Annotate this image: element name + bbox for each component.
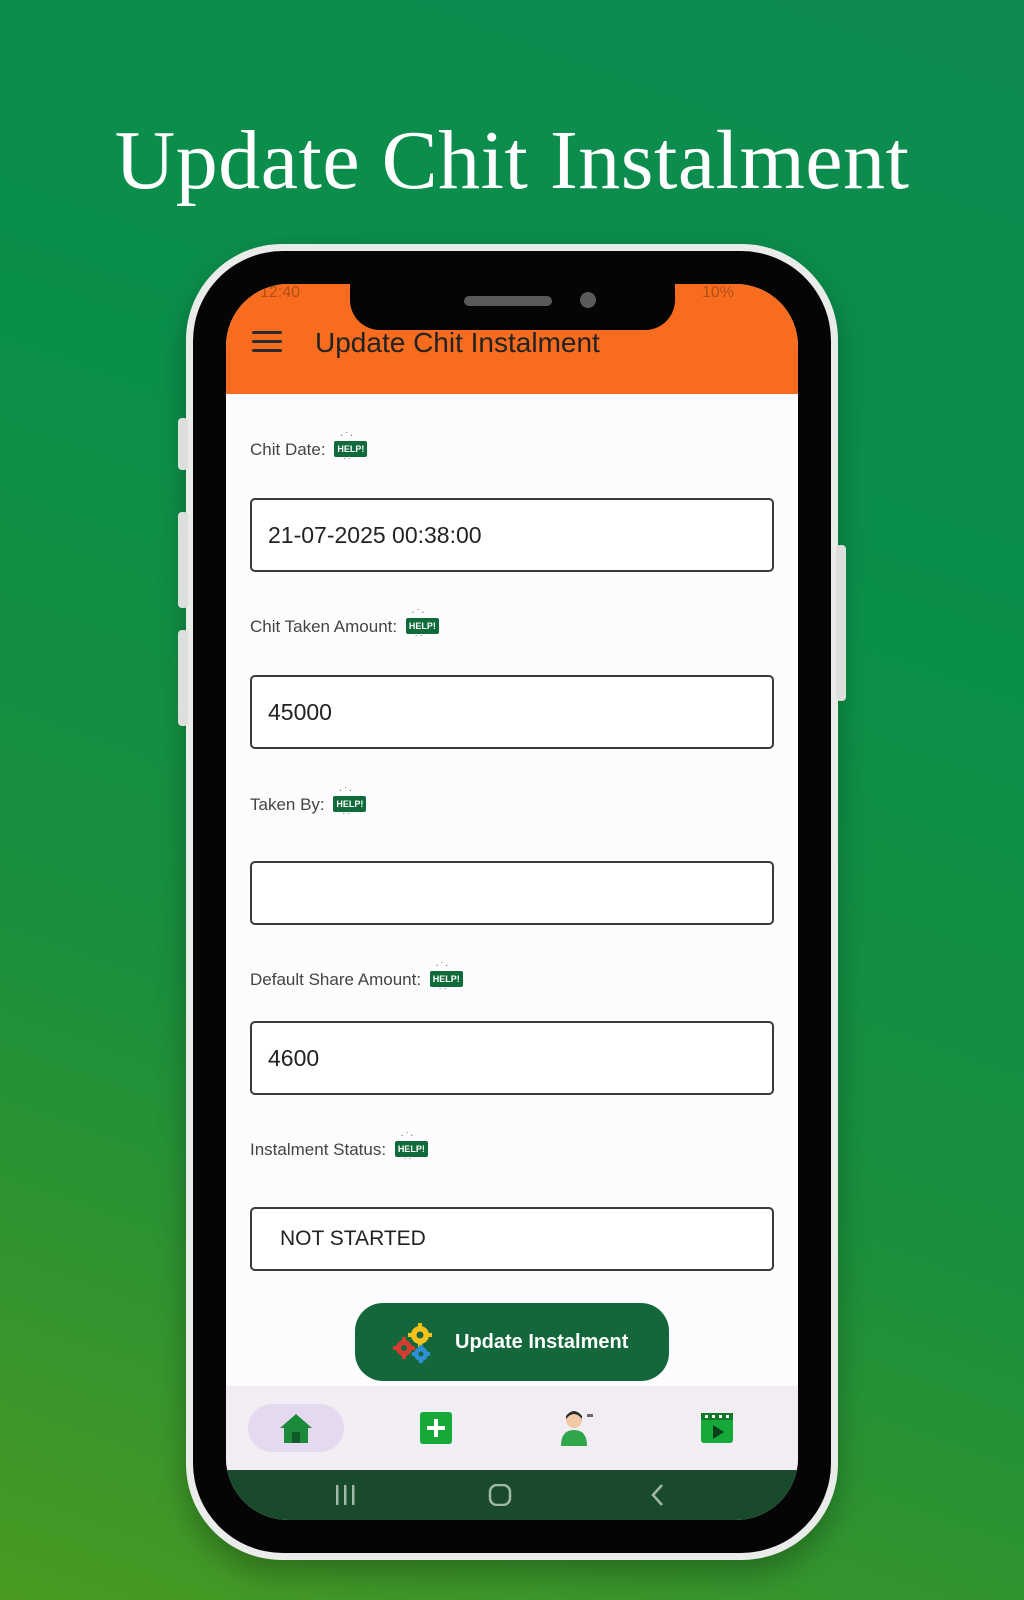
home-circle-icon[interactable] <box>488 1484 512 1506</box>
video-icon <box>701 1413 733 1443</box>
help-icon[interactable]: HELP! <box>405 609 439 643</box>
default-share-amount-label: Default Share Amount: HELP! <box>250 962 463 996</box>
recents-icon[interactable] <box>334 1484 358 1506</box>
home-icon <box>280 1414 312 1443</box>
nav-item-home[interactable] <box>248 1404 344 1452</box>
system-nav-bar <box>226 1470 798 1520</box>
promo-title: Update Chit Instalment <box>114 114 910 207</box>
nav-item-add[interactable] <box>420 1412 452 1444</box>
bottom-nav <box>226 1386 798 1470</box>
help-icon[interactable]: HELP! <box>394 1132 428 1166</box>
phone-volume-down-button <box>178 630 188 726</box>
status-time: 12:40 <box>260 284 301 301</box>
status-battery: 10% <box>702 284 735 301</box>
help-icon[interactable]: HELP! <box>429 962 463 996</box>
instalment-status-label: Instalment Status: HELP! <box>250 1132 428 1166</box>
nav-item-video[interactable] <box>700 1412 734 1444</box>
nav-item-support[interactable] <box>556 1408 596 1448</box>
phone-speaker <box>464 296 552 306</box>
taken-by-label: Taken By: HELP! <box>250 787 367 821</box>
help-icon[interactable]: HELP! <box>333 787 367 821</box>
add-icon <box>427 1419 445 1437</box>
phone-screen: 12:40 10% Update Chit Instalment Chit Da… <box>226 284 798 1520</box>
instalment-status-select[interactable]: NOT STARTED <box>250 1207 774 1271</box>
gears-icon <box>391 1318 439 1366</box>
default-share-amount-field[interactable]: 4600 <box>250 1021 774 1095</box>
back-icon[interactable] <box>650 1484 666 1506</box>
chit-taken-amount-field[interactable]: 45000 <box>250 675 774 749</box>
update-instalment-button[interactable]: Update Instalment <box>355 1303 669 1381</box>
support-agent-icon <box>561 1411 593 1446</box>
phone-volume-up-button <box>178 512 188 608</box>
chit-taken-amount-label: Chit Taken Amount: HELP! <box>250 609 439 643</box>
phone-camera <box>580 292 596 308</box>
menu-icon[interactable] <box>252 331 282 353</box>
phone-power-button <box>836 545 846 701</box>
app-bar-title: Update Chit Instalment <box>315 327 600 358</box>
chit-date-label: Chit Date: HELP! <box>250 432 368 466</box>
help-icon[interactable]: HELP! <box>334 432 368 466</box>
chit-date-field[interactable]: 21-07-2025 00:38:00 <box>250 498 774 572</box>
taken-by-field[interactable] <box>250 861 774 925</box>
update-instalment-label: Update Instalment <box>455 1330 629 1353</box>
phone-side-button <box>178 418 188 470</box>
